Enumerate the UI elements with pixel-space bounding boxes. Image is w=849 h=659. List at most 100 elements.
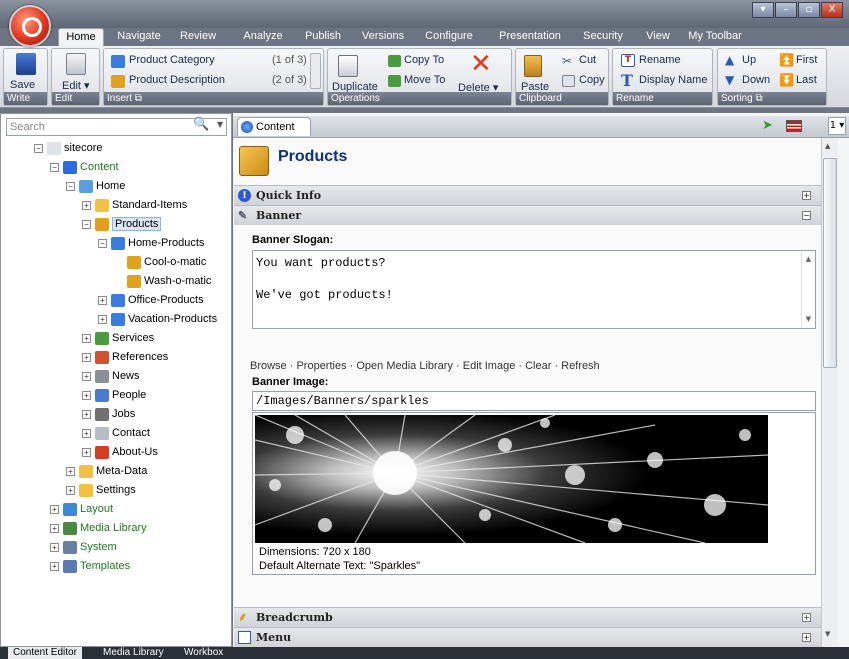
- tree-node-label: Vacation-Products: [128, 313, 218, 325]
- tree-node[interactable]: + Standard-Items: [82, 196, 187, 214]
- language-flag-icon[interactable]: [786, 120, 802, 132]
- tab-versions[interactable]: Versions: [358, 28, 408, 46]
- collapse-icon[interactable]: −: [34, 143, 43, 153]
- tree-node[interactable]: − Content: [50, 158, 119, 176]
- tab-workbox[interactable]: Workbox: [179, 647, 228, 659]
- copy-to-button[interactable]: Copy To: [404, 54, 444, 66]
- tab-my-toolbar[interactable]: My Toolbar: [683, 28, 747, 46]
- tree-node[interactable]: − Home: [66, 177, 125, 195]
- section-banner[interactable]: ✎ Banner −: [234, 205, 821, 225]
- expand-icon[interactable]: +: [82, 447, 91, 457]
- tree-node[interactable]: − Home-Products: [98, 234, 204, 252]
- expand-icon[interactable]: +: [82, 428, 91, 438]
- tab-publish[interactable]: Publish: [300, 28, 346, 46]
- sitecore-logo-button[interactable]: [9, 5, 51, 47]
- section-menu[interactable]: Menu +: [234, 627, 821, 647]
- expand-icon[interactable]: +: [50, 542, 59, 552]
- rename-button[interactable]: Rename: [639, 54, 681, 66]
- insert-product-category[interactable]: Product Category: [129, 54, 215, 66]
- copy-button[interactable]: Copy: [579, 74, 605, 86]
- expand-icon[interactable]: +: [66, 466, 75, 476]
- scrollbar-thumb[interactable]: [823, 158, 837, 368]
- collapse-icon[interactable]: −: [66, 181, 75, 191]
- expand-icon[interactable]: +: [82, 200, 91, 210]
- insert-product-description[interactable]: Product Description: [129, 74, 225, 86]
- expand-icon[interactable]: +: [82, 409, 91, 419]
- tree-node[interactable]: + About-Us: [82, 443, 158, 461]
- tab-view[interactable]: View: [640, 28, 676, 46]
- search-icon[interactable]: 🔍: [193, 117, 209, 132]
- section-breadcrumb[interactable]: ⸙ Breadcrumb +: [234, 607, 821, 627]
- tree-node[interactable]: + Contact: [82, 424, 150, 442]
- minimize-button[interactable]: –: [775, 2, 797, 18]
- tab-content-editor[interactable]: Content Editor: [8, 647, 82, 659]
- search-options-chevron-icon[interactable]: ▼: [217, 120, 223, 129]
- tab-presentation[interactable]: Presentation: [493, 28, 567, 46]
- display-name-button[interactable]: Display Name: [639, 74, 707, 86]
- tree-node[interactable]: + Office-Products: [98, 291, 204, 309]
- expand-icon[interactable]: +: [98, 314, 107, 324]
- expand-icon[interactable]: +: [50, 504, 59, 514]
- tree-node[interactable]: + Services: [82, 329, 154, 347]
- edit-button[interactable]: Edit ▾: [62, 79, 90, 92]
- collapse-icon[interactable]: −: [50, 162, 59, 172]
- down-button[interactable]: Down: [742, 74, 770, 86]
- first-button[interactable]: First: [796, 54, 817, 66]
- tab-analyze[interactable]: Analyze: [238, 28, 288, 46]
- tree-node[interactable]: + People: [82, 386, 146, 404]
- up-button[interactable]: Up: [742, 54, 756, 66]
- move-to-button[interactable]: Move To: [404, 74, 445, 86]
- banner-slogan-textarea[interactable]: You want products? We've got products!: [252, 250, 816, 329]
- tree-node[interactable]: + Jobs: [82, 405, 135, 423]
- scroll-up-icon[interactable]: ▲: [825, 142, 830, 150]
- collapse-icon[interactable]: −: [98, 238, 107, 248]
- tab-configure[interactable]: Configure: [420, 28, 478, 46]
- tree-node[interactable]: Cool-o-matic: [114, 253, 206, 271]
- media-field-links[interactable]: Browse · Properties · Open Media Library…: [250, 360, 600, 372]
- collapse-icon[interactable]: −: [82, 219, 91, 229]
- expand-icon[interactable]: +: [82, 390, 91, 400]
- tree-node[interactable]: + Meta-Data: [66, 462, 147, 480]
- editor-scrollbar[interactable]: ▲ ▼: [821, 138, 838, 647]
- tree-node[interactable]: + References: [82, 348, 168, 366]
- tab-review[interactable]: Review: [175, 28, 221, 46]
- scroll-down-icon[interactable]: ▼: [825, 630, 830, 638]
- section-quick-info[interactable]: ! Quick Info +: [234, 185, 821, 205]
- expand-icon[interactable]: +: [82, 333, 91, 343]
- tree-node[interactable]: + Templates: [50, 557, 130, 575]
- expand-quick-info-icon[interactable]: +: [802, 191, 811, 200]
- tab-home[interactable]: Home: [58, 28, 104, 46]
- expand-icon[interactable]: +: [82, 371, 91, 381]
- banner-image-path[interactable]: /Images/Banners/sparkles: [252, 391, 816, 411]
- tree-node[interactable]: + News: [82, 367, 140, 385]
- expand-breadcrumb-icon[interactable]: +: [802, 613, 811, 622]
- version-selector[interactable]: 1 ▾: [828, 117, 846, 135]
- tree-node[interactable]: + Layout: [50, 500, 113, 518]
- collapse-banner-icon[interactable]: −: [802, 211, 811, 220]
- tree-node[interactable]: + Vacation-Products: [98, 310, 217, 328]
- expand-menu-icon[interactable]: +: [802, 633, 811, 642]
- tree-node[interactable]: Wash-o-matic: [114, 272, 211, 290]
- close-button[interactable]: X: [821, 2, 843, 18]
- cut-button[interactable]: Cut: [579, 54, 596, 66]
- maximize-button[interactable]: ▫: [798, 2, 820, 18]
- tree-node[interactable]: − Products: [82, 215, 162, 233]
- tree-node[interactable]: + Settings: [66, 481, 136, 499]
- expand-icon[interactable]: +: [50, 561, 59, 571]
- tab-navigate[interactable]: Navigate: [111, 28, 167, 46]
- save-button[interactable]: Save: [10, 79, 35, 91]
- tree-node[interactable]: + Media Library: [50, 519, 147, 537]
- expand-icon[interactable]: +: [66, 485, 75, 495]
- tree-node[interactable]: − sitecore: [34, 139, 103, 157]
- tab-security[interactable]: Security: [578, 28, 628, 46]
- navigate-icon[interactable]: ➤: [762, 119, 776, 133]
- expand-icon[interactable]: +: [98, 295, 107, 305]
- last-button[interactable]: Last: [796, 74, 817, 86]
- slogan-scrollbar[interactable]: ▲ ▼: [801, 251, 815, 328]
- insert-scroll-handle[interactable]: [310, 53, 321, 89]
- expand-icon[interactable]: +: [82, 352, 91, 362]
- tree-node[interactable]: + System: [50, 538, 117, 556]
- tab-media-library[interactable]: Media Library: [98, 647, 169, 659]
- expand-icon[interactable]: +: [50, 523, 59, 533]
- ribbon-options-button[interactable]: ▾: [752, 2, 774, 18]
